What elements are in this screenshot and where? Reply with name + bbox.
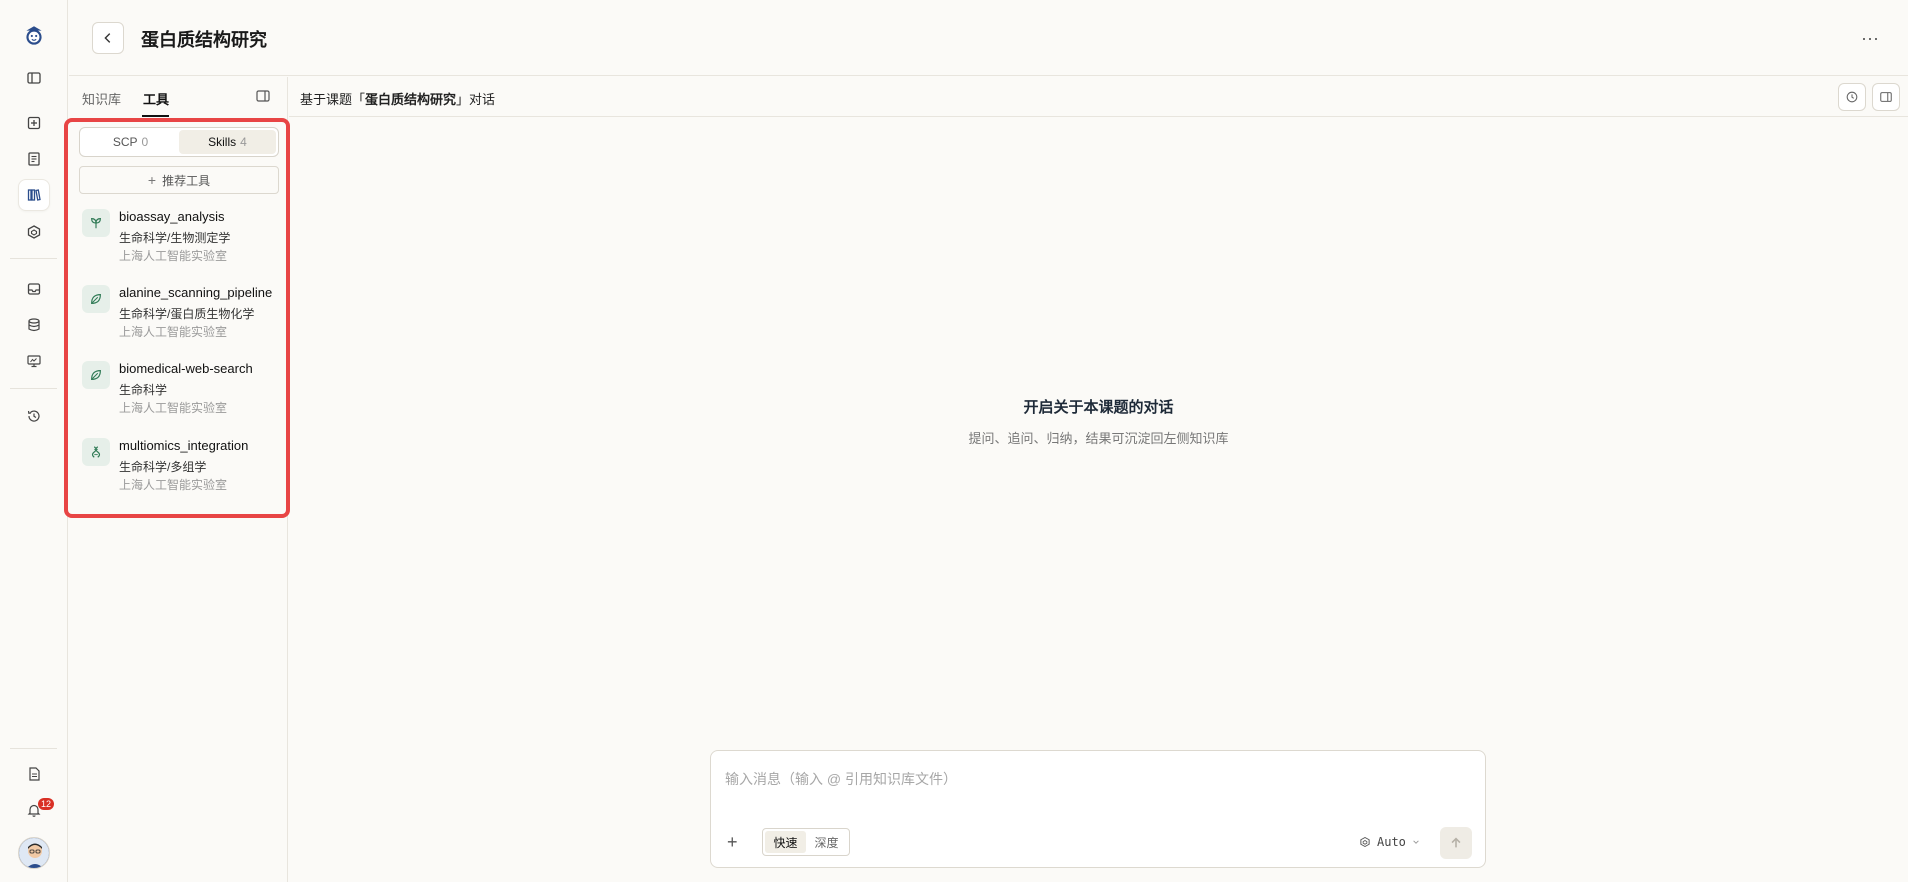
leaf-icon: [82, 361, 110, 389]
books-icon: [27, 189, 41, 201]
tool-name: alanine_scanning_pipeline: [119, 285, 273, 300]
file-button[interactable]: [18, 758, 50, 790]
tab-tools[interactable]: 工具: [143, 89, 169, 108]
tool-category: 生命科学/生物测定学: [119, 231, 231, 245]
panel-right-icon: [1880, 92, 1892, 102]
database-icon: [28, 318, 40, 332]
history-button[interactable]: [18, 400, 50, 432]
inbox-button[interactable]: [18, 273, 50, 305]
notification-badge: 12: [38, 798, 55, 810]
more-options-button[interactable]: ···: [1858, 28, 1882, 48]
plus-square-icon: [27, 116, 41, 130]
tool-item[interactable]: bioassay_analysis 生命科学/生物测定学 上海人工智能实验室: [82, 209, 282, 273]
tool-org: 上海人工智能实验室: [119, 401, 228, 415]
attach-plus-icon[interactable]: +: [727, 832, 738, 853]
send-button[interactable]: [1440, 827, 1472, 859]
tool-name: biomedical-web-search: [119, 361, 253, 376]
inbox-icon: [27, 283, 41, 295]
cube-icon: [27, 225, 41, 239]
history-button[interactable]: [1838, 83, 1866, 111]
monitor-icon: [27, 355, 41, 368]
leaf-icon: [82, 285, 110, 313]
recommend-tools-button[interactable]: + 推荐工具: [79, 166, 279, 194]
tools-panel: 知识库 工具 SCP 0 Skills 4 + 推荐工具 bioassay_anal…: [64, 77, 290, 882]
empty-state-title: 开启关于本课题的对话: [1023, 399, 1174, 416]
sidebar-toggle-button[interactable]: [18, 62, 50, 94]
library-button[interactable]: [18, 179, 50, 211]
tool-item[interactable]: biomedical-web-search 生命科学 上海人工智能实验室: [82, 361, 282, 425]
file-icon: [29, 767, 40, 781]
arrow-up-icon: [1451, 837, 1461, 848]
document-icon: [28, 152, 40, 166]
page-header: 蛋白质结构研究 ···: [69, 0, 1908, 76]
notes-button[interactable]: [18, 143, 50, 175]
tool-item[interactable]: multiomics_integration 生命科学/多组学 上海人工智能实验…: [82, 438, 282, 502]
new-item-button[interactable]: [18, 107, 50, 139]
history-icon: [27, 410, 40, 422]
active-tab-indicator: [142, 115, 169, 117]
tool-item[interactable]: alanine_scanning_pipeline 生命科学/蛋白质生物化学 上…: [82, 285, 282, 349]
left-rail: 12: [0, 0, 68, 882]
model-select[interactable]: Auto: [1359, 835, 1426, 849]
sidebar-icon: [27, 72, 41, 84]
segment-scp[interactable]: SCP 0: [82, 130, 179, 154]
chat-header: 基于课题「蛋白质结构研究」对话: [289, 77, 1908, 117]
tool-name: bioassay_analysis: [119, 209, 225, 224]
message-composer: 输入消息（输入 @ 引用知识库文件） + 快速 深度 Auto: [710, 750, 1486, 868]
tool-type-segment: SCP 0 Skills 4: [79, 127, 279, 157]
empty-state-subtitle: 提问、追问、归纳，结果可沉淀回左侧知识库: [968, 431, 1229, 446]
mode-deep[interactable]: 深度: [806, 831, 847, 853]
chevron-left-icon: [104, 33, 111, 43]
panel-tabs: 知识库 工具: [69, 77, 288, 117]
plus-icon: +: [147, 172, 157, 188]
avatar[interactable]: [18, 837, 50, 869]
tool-org: 上海人工智能实验室: [119, 249, 228, 263]
tool-name: multiomics_integration: [119, 438, 249, 453]
dna-icon: [82, 438, 110, 466]
chevron-down-icon: [1413, 840, 1419, 844]
back-button[interactable]: [92, 22, 124, 54]
tool-org: 上海人工智能实验室: [119, 325, 228, 339]
chat-title: 基于课题「蛋白质结构研究」对话: [300, 92, 496, 107]
more-icon: ···: [1861, 27, 1879, 48]
mascot-logo-icon[interactable]: [18, 20, 50, 52]
models-button[interactable]: [18, 216, 50, 248]
tool-category: 生命科学/多组学: [119, 460, 207, 474]
rail-divider: [10, 388, 57, 389]
message-input[interactable]: 输入消息（输入 @ 引用知识库文件）: [725, 769, 957, 789]
sprout-icon: [82, 209, 110, 237]
database-button[interactable]: [18, 309, 50, 341]
tool-org: 上海人工智能实验室: [119, 478, 228, 492]
cube-icon: [1360, 836, 1370, 848]
page-title: 蛋白质结构研究: [141, 30, 267, 51]
tab-knowledge-base[interactable]: 知识库: [82, 89, 121, 108]
collapse-panel-icon[interactable]: [255, 88, 271, 104]
segment-skills[interactable]: Skills 4: [179, 130, 276, 154]
monitor-button[interactable]: [18, 345, 50, 377]
clock-icon: [1846, 91, 1858, 103]
mode-segment: 快速 深度: [762, 828, 850, 856]
mode-fast[interactable]: 快速: [765, 831, 806, 853]
rail-divider: [10, 748, 57, 749]
rail-divider: [10, 258, 57, 259]
toggle-right-panel-button[interactable]: [1872, 83, 1900, 111]
tool-category: 生命科学: [119, 383, 168, 397]
tool-category: 生命科学/蛋白质生物化学: [119, 307, 255, 321]
